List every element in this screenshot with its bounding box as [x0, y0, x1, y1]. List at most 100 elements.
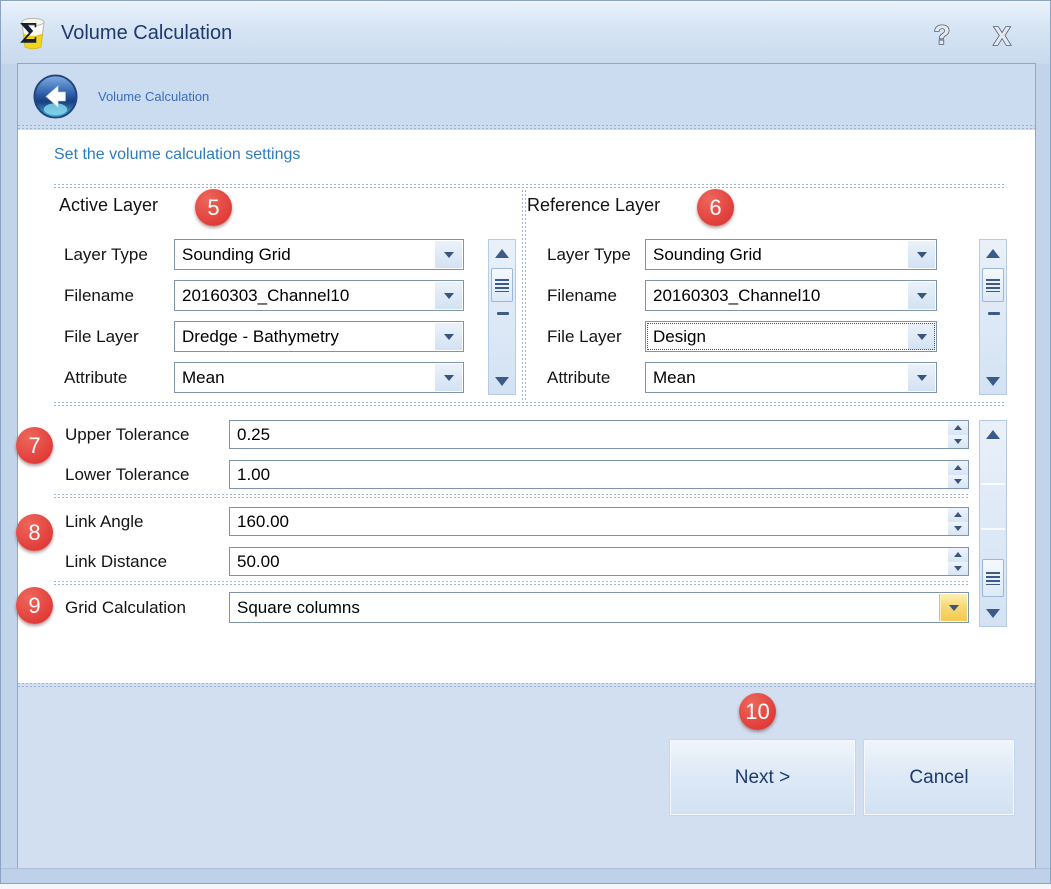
link-angle-stepper: [948, 508, 968, 535]
dropdown-button[interactable]: [908, 282, 935, 309]
scroll-up-icon[interactable]: [980, 240, 1006, 266]
close-icon[interactable]: X: [981, 20, 1023, 52]
link-distance-input[interactable]: [230, 548, 948, 575]
spinner-up-icon[interactable]: [948, 548, 968, 562]
page-instruction: Set the volume calculation settings: [54, 146, 300, 164]
active-attribute-input[interactable]: [175, 363, 434, 392]
back-button[interactable]: [32, 73, 79, 120]
next-button[interactable]: Next >: [669, 739, 856, 816]
chevron-down-icon: [444, 334, 454, 340]
grid-calculation-combo[interactable]: [229, 592, 969, 623]
ref-file-layer-input[interactable]: [646, 322, 907, 351]
active-layer-type-label: Layer Type: [64, 239, 148, 270]
ref-file-layer-combo[interactable]: [645, 321, 937, 352]
svg-text:X: X: [993, 21, 1011, 51]
dropdown-button[interactable]: [908, 323, 935, 350]
chevron-down-icon: [444, 252, 454, 258]
track-line: [981, 528, 1005, 530]
scroll-thumb[interactable]: [982, 559, 1004, 597]
scroll-down-icon[interactable]: [980, 368, 1006, 394]
scroll-down-icon[interactable]: [980, 600, 1006, 626]
grip-icon: [495, 279, 509, 292]
wizard-header: Volume Calculation: [18, 64, 1035, 130]
spinner-down-icon[interactable]: [948, 522, 968, 536]
active-filename-input[interactable]: [175, 281, 434, 310]
title-bar: Σ Volume Calculation ? X: [1, 1, 1050, 64]
dropdown-button[interactable]: [435, 323, 462, 350]
ref-filename-label: Filename: [547, 280, 617, 311]
chevron-down-icon: [917, 334, 927, 340]
active-layer-scrollbar[interactable]: [488, 239, 516, 395]
parameters-scrollbar[interactable]: [979, 420, 1007, 627]
chevron-down-icon: [444, 293, 454, 299]
separator: [54, 184, 1006, 189]
scroll-down-icon[interactable]: [489, 368, 515, 394]
active-file-layer-label: File Layer: [64, 321, 139, 352]
volume-calculation-window: Σ Volume Calculation ? X: [0, 0, 1051, 884]
dropdown-button[interactable]: [435, 364, 462, 391]
link-angle-input[interactable]: [230, 508, 948, 535]
annotation-badge-6: 6: [697, 189, 734, 226]
scroll-up-icon[interactable]: [489, 240, 515, 266]
dropdown-button[interactable]: [435, 241, 462, 268]
wizard-header-title: Volume Calculation: [98, 64, 209, 130]
window-frame-bottom: [1, 868, 1050, 883]
ref-attribute-label: Attribute: [547, 362, 610, 393]
spinner-up-icon[interactable]: [948, 461, 968, 475]
ref-attribute-combo[interactable]: [645, 362, 937, 393]
active-filename-combo[interactable]: [174, 280, 464, 311]
link-distance-field[interactable]: [229, 547, 969, 576]
spinner-down-icon[interactable]: [948, 562, 968, 576]
spinner-up-icon[interactable]: [948, 421, 968, 435]
reference-layer-scrollbar[interactable]: [979, 239, 1007, 395]
separator: [54, 581, 970, 586]
spinner-up-icon[interactable]: [948, 508, 968, 522]
grid-calculation-label: Grid Calculation: [65, 592, 186, 623]
chevron-down-icon: [917, 252, 927, 258]
ref-filename-input[interactable]: [646, 281, 907, 310]
ref-attribute-input[interactable]: [646, 363, 907, 392]
link-distance-label: Link Distance: [65, 547, 167, 576]
lower-tolerance-input[interactable]: [230, 461, 948, 488]
lower-tolerance-label: Lower Tolerance: [65, 460, 189, 489]
reference-layer-title: Reference Layer: [527, 195, 660, 216]
ref-layer-type-input[interactable]: [646, 240, 907, 269]
link-angle-field[interactable]: [229, 507, 969, 536]
active-file-layer-combo[interactable]: [174, 321, 464, 352]
ref-filename-combo[interactable]: [645, 280, 937, 311]
footer-separator: [18, 683, 1035, 688]
cancel-button[interactable]: Cancel: [863, 739, 1015, 816]
upper-tolerance-stepper: [948, 421, 968, 448]
active-attribute-combo[interactable]: [174, 362, 464, 393]
sigma-bucket-app-icon: Σ: [14, 15, 52, 53]
upper-tolerance-field[interactable]: [229, 420, 969, 449]
active-file-layer-input[interactable]: [175, 322, 434, 351]
active-attribute-label: Attribute: [64, 362, 127, 393]
active-layer-type-input[interactable]: [175, 240, 434, 269]
dropdown-button[interactable]: [908, 364, 935, 391]
active-filename-label: Filename: [64, 280, 134, 311]
track-line: [981, 483, 1005, 485]
dropdown-button[interactable]: [435, 282, 462, 309]
upper-tolerance-input[interactable]: [230, 421, 948, 448]
window-title: Volume Calculation: [61, 22, 232, 45]
grid-calculation-input[interactable]: [230, 593, 938, 622]
dropdown-button-highlighted[interactable]: [939, 594, 967, 621]
spinner-down-icon[interactable]: [948, 475, 968, 489]
spinner-down-icon[interactable]: [948, 435, 968, 449]
separator: [54, 494, 970, 499]
scroll-thumb[interactable]: [491, 268, 513, 302]
svg-text:Σ: Σ: [19, 19, 38, 50]
lower-tolerance-field[interactable]: [229, 460, 969, 489]
annotation-badge-5: 5: [195, 189, 232, 226]
ref-layer-type-combo[interactable]: [645, 239, 937, 270]
annotation-badge-7: 7: [16, 427, 53, 464]
active-layer-type-combo[interactable]: [174, 239, 464, 270]
svg-text:?: ?: [934, 21, 951, 50]
dropdown-button[interactable]: [908, 241, 935, 268]
upper-tolerance-label: Upper Tolerance: [65, 420, 189, 449]
scroll-up-icon[interactable]: [980, 421, 1006, 447]
help-icon[interactable]: ?: [921, 20, 963, 52]
grip-icon: [986, 279, 1000, 292]
scroll-thumb[interactable]: [982, 268, 1004, 302]
